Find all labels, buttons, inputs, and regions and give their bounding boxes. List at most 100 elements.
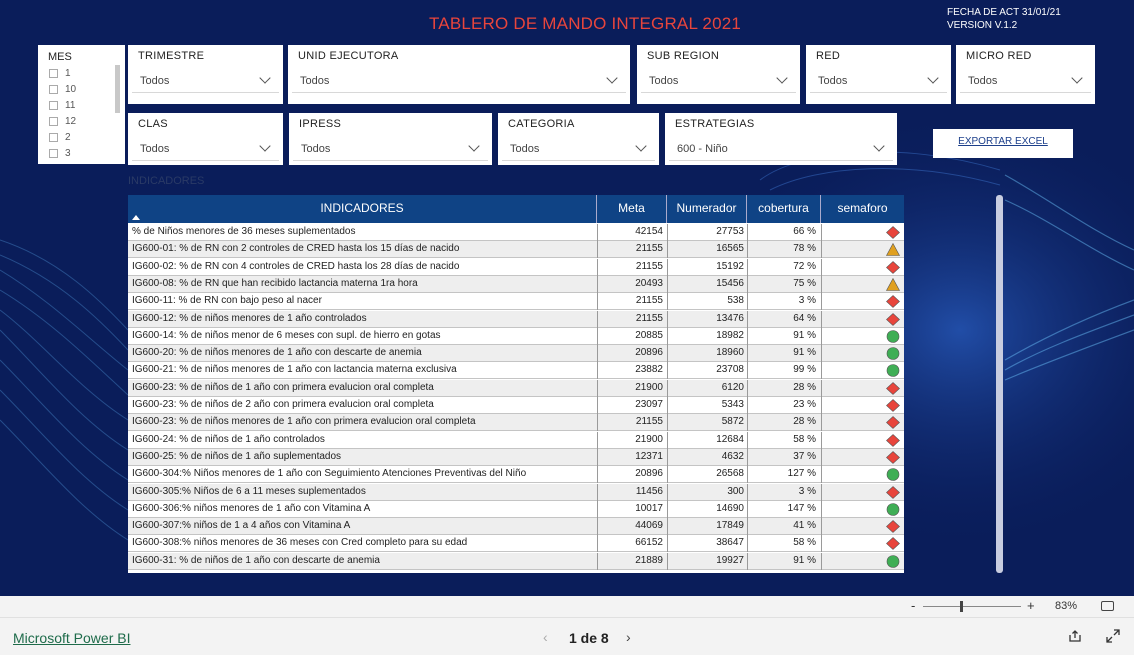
mes-option[interactable]: 3 [49,148,71,159]
unid-ejecutora-dropdown[interactable]: Todos [292,67,626,93]
cell-indicador: IG600-11: % de RN con bajo peso al nacer [132,295,322,307]
status-diamond-icon [886,260,900,274]
zoom-in-button[interactable]: + [1027,598,1035,613]
cell-numerador: 17849 [716,520,744,532]
chevron-down-icon [606,72,618,84]
table-row[interactable]: IG600-305:% Niños de 6 a 11 meses suplem… [128,483,904,501]
mes-scrollbar[interactable] [115,65,120,113]
column-divider [821,327,822,345]
clas-label: CLAS [138,118,168,130]
cell-indicador: IG600-14: % de niños menor de 6 meses co… [132,329,441,341]
ipress-slicer[interactable]: IPRESS Todos [289,113,492,165]
table-row[interactable]: IG600-24: % de niños de 1 año controlado… [128,431,904,449]
checkbox[interactable] [49,117,58,126]
cell-meta: 10017 [635,502,663,514]
checkbox[interactable] [49,149,58,158]
col-header-indicadores[interactable]: INDICADORES [128,195,597,223]
zoom-out-button[interactable]: - [911,598,915,613]
column-divider [821,224,822,241]
column-divider [747,310,748,328]
sub-region-dropdown[interactable]: Todos [641,67,796,93]
cell-cobertura: 28 % [793,416,816,428]
red-slicer[interactable]: RED Todos [806,45,951,104]
mes-option[interactable]: 1 [49,68,71,79]
table-row[interactable]: IG600-12: % de niños menores de 1 año co… [128,310,904,328]
table-row[interactable]: IG600-307:% niños de 1 a 4 años con Vita… [128,518,904,536]
column-divider [597,466,598,484]
col-header-cobertura[interactable]: cobertura [747,195,821,223]
mes-option[interactable]: 12 [49,116,76,127]
table-scrollbar[interactable] [996,195,1003,573]
mes-slicer[interactable]: MES 1 10 11 12 2 3 [38,45,125,164]
page-indicator: 1 de 8 [569,630,609,646]
column-divider [667,379,668,397]
unid-ejecutora-slicer[interactable]: UNID EJECUTORA Todos [288,45,630,104]
fullscreen-icon[interactable] [1106,629,1120,643]
ipress-dropdown[interactable]: Todos [293,135,488,161]
table-row[interactable]: IG600-20: % de niños menores de 1 año co… [128,345,904,363]
estrategias-slicer[interactable]: ESTRATEGIAS 600 - Niño [665,113,897,165]
cell-meta: 21155 [635,260,663,272]
col-header-semaforo[interactable]: semaforo [821,195,904,223]
sub-region-slicer[interactable]: SUB REGION Todos [637,45,800,104]
table-row[interactable]: IG600-23: % de niños menores de 1 año co… [128,414,904,432]
table-row[interactable]: IG600-21: % de niños menores de 1 año co… [128,362,904,380]
column-divider [667,483,668,501]
table-row[interactable]: IG600-14: % de niños menor de 6 meses co… [128,327,904,345]
cell-cobertura: 3 % [798,485,816,497]
categoria-dropdown[interactable]: Todos [502,135,655,161]
clas-dropdown[interactable]: Todos [132,135,279,161]
table-row[interactable]: IG600-304:% Niños menores de 1 año con S… [128,466,904,484]
column-divider [747,535,748,553]
cell-meta: 23097 [635,399,663,410]
zoom-slider-track[interactable] [923,606,1021,607]
table-row[interactable]: IG600-25: % de niños de 1 año suplementa… [128,448,904,466]
table-row[interactable]: % de Niños menores de 36 meses suplement… [128,224,904,241]
share-icon[interactable] [1068,629,1082,643]
table-row[interactable]: IG600-01: % de RN con 2 controles de CRE… [128,241,904,259]
red-dropdown[interactable]: Todos [810,67,947,93]
checkbox[interactable] [49,69,58,78]
table-row[interactable]: IG600-08: % de RN que han recibido lacta… [128,275,904,293]
table-row[interactable]: IG600-306:% niños menores de 1 año con V… [128,500,904,518]
column-divider [597,431,598,449]
table-row[interactable]: IG600-02: % de RN con 4 controles de CRE… [128,258,904,276]
trimestre-dropdown[interactable]: Todos [132,67,279,93]
trimestre-slicer[interactable]: TRIMESTRE Todos [128,45,283,104]
status-triangle-icon [886,277,900,291]
checkbox[interactable] [49,101,58,110]
table-row[interactable]: IG600-31: % de niños de 1 año con descar… [128,552,904,570]
column-divider [597,327,598,345]
export-excel-button[interactable]: EXPORTAR EXCEL [933,129,1073,158]
checkbox[interactable] [49,133,58,142]
mes-option[interactable]: 11 [49,100,75,111]
next-page-button[interactable]: › [626,629,631,645]
previous-page-button[interactable]: ‹ [543,629,548,645]
table-row[interactable]: IG600-23: % de niños de 1 año con primer… [128,379,904,397]
cell-numerador: 5343 [721,399,744,410]
checkbox[interactable] [49,85,58,94]
fit-to-page-icon[interactable] [1101,601,1114,611]
table-row[interactable]: IG600-23: % de niños de 2 año con primer… [128,397,904,414]
mes-option[interactable]: 2 [49,132,71,143]
column-divider [821,310,822,328]
micro-red-dropdown[interactable]: Todos [960,67,1091,93]
zoom-slider-thumb[interactable] [960,601,963,612]
column-divider [747,224,748,241]
cell-meta: 21155 [635,243,663,255]
table-row[interactable]: IG600-308:% niños menores de 36 meses co… [128,535,904,553]
cell-indicador: IG600-24: % de niños de 1 año controlado… [132,433,325,445]
column-divider [821,379,822,397]
categoria-slicer[interactable]: CATEGORIA Todos [498,113,659,165]
cell-meta: 20896 [635,468,663,480]
column-divider [821,275,822,293]
col-header-meta[interactable]: Meta [597,195,667,223]
micro-red-slicer[interactable]: MICRO RED Todos [956,45,1095,104]
table-row[interactable]: IG600-11: % de RN con bajo peso al nacer… [128,293,904,311]
column-divider [597,448,598,466]
power-bi-link[interactable]: Microsoft Power BI [13,630,130,646]
col-header-numerador[interactable]: Numerador [667,195,747,223]
estrategias-dropdown[interactable]: 600 - Niño [669,135,893,161]
mes-option[interactable]: 10 [49,84,76,95]
clas-slicer[interactable]: CLAS Todos [128,113,283,165]
